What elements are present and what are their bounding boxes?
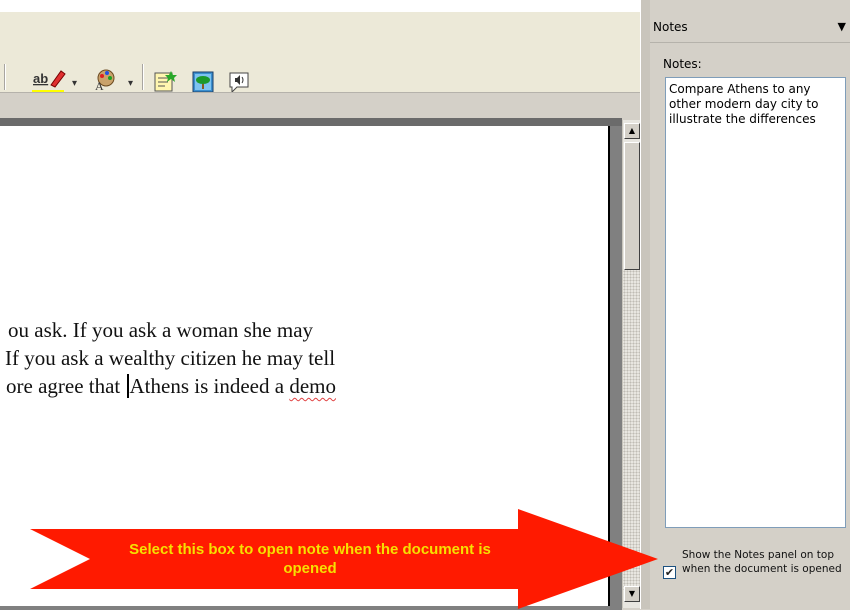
top-strip (0, 0, 640, 12)
font-color-dropdown[interactable]: ▾ (128, 78, 133, 89)
picture-icon (192, 71, 214, 93)
show-notes-on-top-checkbox[interactable]: ✔ (663, 566, 676, 579)
scroll-up-button[interactable]: ▲ (624, 123, 640, 139)
notes-label: Notes: (663, 57, 702, 71)
show-notes-on-top-label[interactable]: Show the Notes panel on top when the doc… (682, 548, 842, 576)
text-caret (126, 374, 129, 398)
document-text: ore agree that (6, 374, 126, 398)
insert-note-icon (154, 71, 177, 92)
callout-text: Select this box to open note when the do… (129, 541, 491, 577)
speak-icon (229, 72, 249, 94)
notes-panel-header: Notes ▼ (650, 12, 850, 43)
document-text: Athens is indeed a (129, 374, 290, 398)
document-line: ore agree that Athens is indeed a demo (6, 374, 336, 399)
toolbar-separator (142, 64, 144, 90)
scroll-thumb[interactable] (624, 142, 640, 270)
document-line: If you ask a wealthy citizen he may tell (5, 346, 336, 370)
document-line: ou ask. If you ask a woman she may (8, 318, 314, 342)
notes-panel-title: Notes (653, 20, 688, 34)
svg-text:ab: ab (33, 71, 48, 86)
toolbar-separator (4, 64, 6, 90)
notes-panel-menu-button[interactable]: ▼ (838, 20, 846, 33)
highlight-dropdown[interactable]: ▾ (72, 78, 77, 89)
toolbar-lower-strip (0, 92, 640, 119)
spelling-error-word: demo (289, 374, 336, 398)
toolbar: ab ▾ A ▾ (0, 12, 640, 96)
notes-textarea[interactable]: Compare Athens to any other modern day c… (665, 77, 846, 528)
svg-text:A: A (95, 79, 104, 93)
document-frame-edge (0, 118, 622, 126)
